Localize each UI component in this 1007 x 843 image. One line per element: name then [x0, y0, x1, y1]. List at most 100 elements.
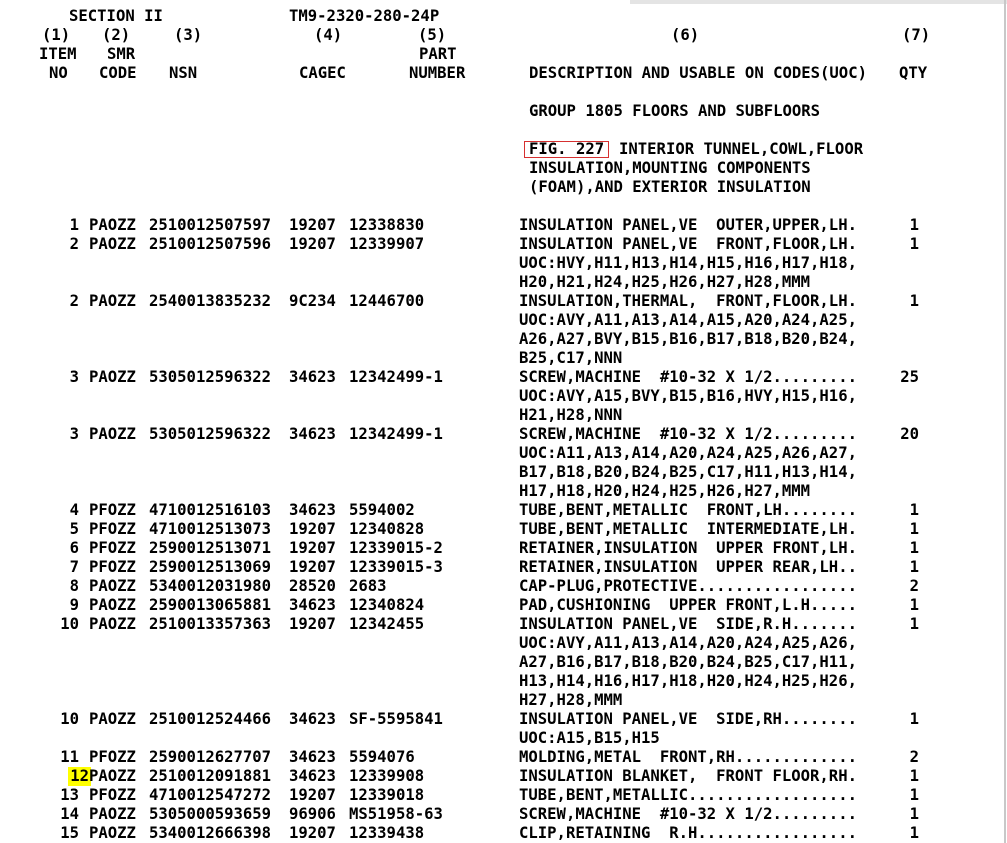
usable-on-codes: H27,H28,MMM	[519, 691, 623, 709]
usable-on-codes: H17,H18,H20,H24,H25,H26,H27,MMM	[519, 482, 811, 500]
part-number: 5594002	[349, 501, 415, 519]
description: SCREW,MACHINE #10-32 X 1/2.........	[519, 425, 857, 443]
item-number: 7	[69, 558, 79, 576]
part-number: 12339015-2	[349, 539, 443, 557]
group-title: GROUP 1805 FLOORS AND SUBFLOORS	[529, 102, 821, 120]
cagec-value: 19207	[289, 216, 336, 234]
smr-code: PAOZZ	[89, 824, 136, 842]
usable-on-codes: A26,A27,BVY,B15,B16,B17,B18,B20,B24,	[519, 330, 857, 348]
smr-code: PAOZZ	[89, 767, 136, 785]
nsn-value: 5305012596322	[149, 425, 272, 443]
smr-code: PAOZZ	[89, 596, 136, 614]
part-number: 12340828	[349, 520, 425, 538]
col-part-top: PART	[419, 45, 457, 63]
smr-code: PFOZZ	[89, 520, 136, 538]
description: PAD,CUSHIONING UPPER FRONT,L.H.....	[519, 596, 857, 614]
item-number: 13	[60, 786, 79, 804]
nsn-value: 2540013835232	[149, 292, 272, 310]
qty-value: 1	[909, 824, 919, 842]
item-number: 10	[60, 615, 79, 633]
description: SCREW,MACHINE #10-32 X 1/2.........	[519, 805, 857, 823]
col-num-2: (2)	[102, 26, 131, 44]
usable-on-codes: B17,B18,B20,B24,B25,C17,H11,H13,H14,	[519, 463, 857, 481]
cagec-value: 19207	[289, 824, 336, 842]
item-number: 5	[69, 520, 79, 538]
nsn-value: 2510012507596	[149, 235, 272, 253]
description: TUBE,BENT,METALLIC INTERMEDIATE,LH.	[519, 520, 857, 538]
part-number: 12342499-1	[349, 425, 443, 443]
qty-value: 1	[909, 235, 919, 253]
smr-code: PAOZZ	[89, 216, 136, 234]
qty-value: 1	[909, 615, 919, 633]
cagec-value: 19207	[289, 520, 336, 538]
nsn-value: 5340012666398	[149, 824, 272, 842]
item-number: 4	[69, 501, 79, 519]
description: INSULATION PANEL,VE OUTER,UPPER,LH.	[519, 216, 857, 234]
usable-on-codes: UOC:AVY,A11,A13,A14,A20,A24,A25,A26,	[519, 634, 857, 652]
item-number: 12	[68, 767, 91, 786]
nsn-value: 2590012513069	[149, 558, 272, 576]
description: CAP-PLUG,PROTECTIVE.................	[519, 577, 857, 595]
usable-on-codes: A27,B16,B17,B18,B20,B24,B25,C17,H11,	[519, 653, 857, 671]
qty-value: 1	[909, 216, 919, 234]
section-title: SECTION II	[69, 7, 163, 25]
item-number: 2	[69, 235, 79, 253]
item-number: 9	[69, 596, 79, 614]
item-number: 3	[69, 368, 79, 386]
usable-on-codes: H21,H28,NNN	[519, 406, 623, 424]
qty-value: 1	[909, 292, 919, 310]
description: RETAINER,INSULATION UPPER FRONT,LH.	[519, 539, 857, 557]
nsn-value: 5305000593659	[149, 805, 272, 823]
usable-on-codes: B25,C17,NNN	[519, 349, 623, 367]
nsn-value: 5340012031980	[149, 577, 272, 595]
col-qty: QTY	[899, 64, 928, 82]
qty-value: 2	[909, 748, 919, 766]
cagec-value: 28520	[289, 577, 336, 595]
nsn-value: 4710012513073	[149, 520, 272, 538]
cagec-value: 34623	[289, 767, 336, 785]
smr-code: PFOZZ	[89, 748, 136, 766]
qty-value: 20	[900, 425, 919, 443]
part-number: 12339015-3	[349, 558, 443, 576]
cagec-value: 19207	[289, 539, 336, 557]
part-number: MS51958-63	[349, 805, 443, 823]
item-number: 2	[69, 292, 79, 310]
qty-value: 2	[909, 577, 919, 595]
col-nsn: NSN	[169, 64, 198, 82]
col-item-bottom: NO	[49, 64, 68, 82]
qty-value: 1	[909, 710, 919, 728]
qty-value: 1	[909, 558, 919, 576]
part-number: 12339908	[349, 767, 425, 785]
description: MOLDING,METAL FRONT,RH.............	[519, 748, 857, 766]
col-num-4: (4)	[314, 26, 343, 44]
qty-value: 1	[909, 501, 919, 519]
smr-code: PFOZZ	[89, 786, 136, 804]
description: INSULATION BLANKET, FRONT FLOOR,RH.	[519, 767, 857, 785]
cagec-value: 34623	[289, 368, 336, 386]
description: INSULATION PANEL,VE SIDE,RH........	[519, 710, 857, 728]
usable-on-codes: UOC:AVY,A11,A13,A14,A15,A20,A24,A25,	[519, 311, 857, 329]
window-border	[1004, 0, 1006, 843]
cagec-value: 19207	[289, 615, 336, 633]
scrollbar-track[interactable]	[630, 0, 1007, 4]
part-number: 12342499-1	[349, 368, 443, 386]
description: TUBE,BENT,METALLIC..................	[519, 786, 857, 804]
description: SCREW,MACHINE #10-32 X 1/2.........	[519, 368, 857, 386]
smr-code: PAOZZ	[89, 710, 136, 728]
figure-title-line3: (FOAM),AND EXTERIOR INSULATION	[529, 178, 811, 196]
cagec-value: 9C234	[289, 292, 336, 310]
smr-code: PFOZZ	[89, 539, 136, 557]
cagec-value: 34623	[289, 710, 336, 728]
smr-code: PAOZZ	[89, 615, 136, 633]
figure-title-line2: INSULATION,MOUNTING COMPONENTS	[529, 159, 811, 177]
nsn-value: 2510012507597	[149, 216, 272, 234]
part-number: 12339018	[349, 786, 425, 804]
figure-label: FIG. 227	[529, 140, 605, 158]
cagec-value: 19207	[289, 235, 336, 253]
smr-code: PAOZZ	[89, 292, 136, 310]
nsn-value: 5305012596322	[149, 368, 272, 386]
nsn-value: 2590012627707	[149, 748, 272, 766]
item-number: 6	[69, 539, 79, 557]
nsn-value: 4710012547272	[149, 786, 272, 804]
item-number: 8	[69, 577, 79, 595]
